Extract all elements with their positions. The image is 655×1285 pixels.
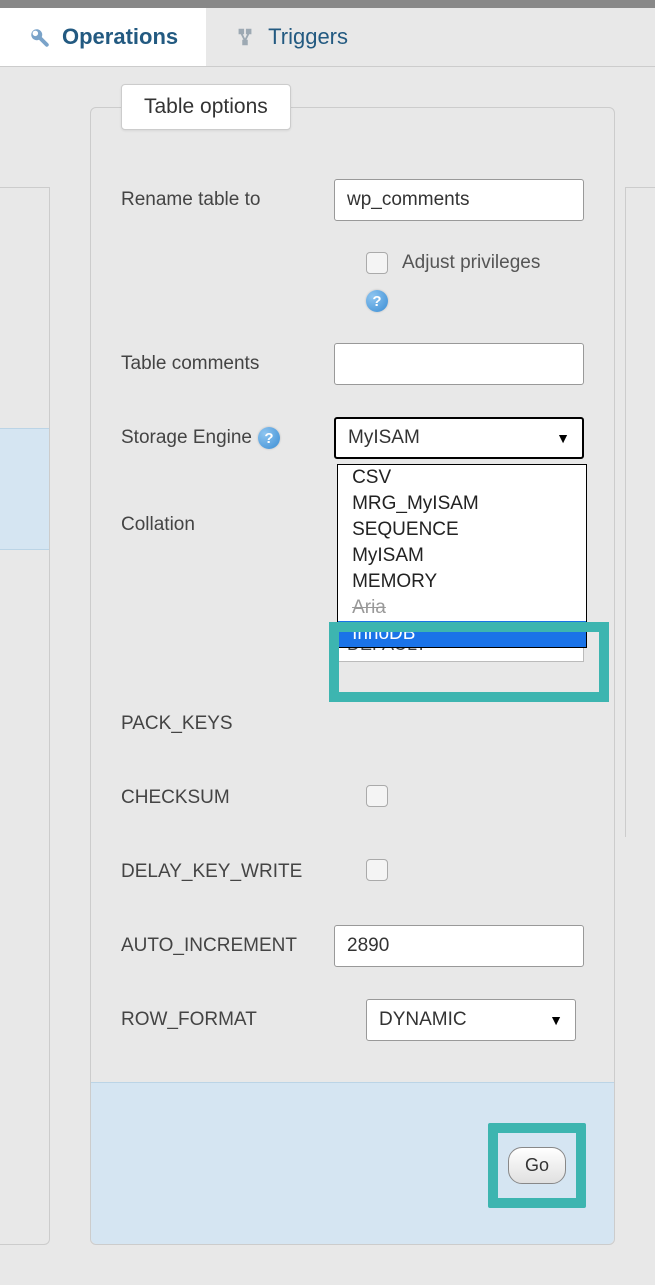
chevron-down-icon: ▼: [549, 1012, 563, 1028]
autoincr-input[interactable]: [334, 925, 584, 967]
tab-operations[interactable]: Operations: [0, 8, 206, 66]
collation-label: Collation: [121, 464, 337, 536]
chevron-down-icon: ▼: [556, 430, 570, 446]
panel-title: Table options: [121, 84, 291, 130]
storage-engine-dropdown[interactable]: CSV MRG_MyISAM SEQUENCE MyISAM MEMORY Ar…: [337, 464, 587, 648]
adjust-privileges-label: Adjust privileges: [402, 252, 540, 274]
tab-label: Operations: [62, 24, 178, 50]
delaykey-label: DELAY_KEY_WRITE: [121, 861, 366, 883]
comments-label: Table comments: [121, 353, 334, 375]
engine-option-myisam[interactable]: MyISAM: [338, 543, 586, 569]
storage-engine-select[interactable]: MyISAM ▼: [334, 417, 584, 459]
tab-label: Triggers: [268, 24, 348, 50]
rowformat-select[interactable]: DYNAMIC ▼: [366, 999, 576, 1041]
tab-triggers[interactable]: Triggers: [206, 8, 376, 66]
checksum-checkbox[interactable]: [366, 785, 388, 807]
table-options-panel: Table options Rename table to Adjust pri…: [90, 107, 615, 1245]
engine-label: Storage Engine ?: [121, 427, 334, 449]
comments-input[interactable]: [334, 343, 584, 385]
help-icon[interactable]: ?: [366, 290, 388, 312]
rename-input[interactable]: [334, 179, 584, 221]
engine-option-innodb[interactable]: InnoDB: [338, 621, 586, 647]
help-icon[interactable]: ?: [258, 427, 280, 449]
panel-footer: Go: [91, 1082, 614, 1244]
packkeys-label: PACK_KEYS: [121, 713, 366, 735]
wrench-icon: [28, 26, 50, 48]
delaykey-checkbox[interactable]: [366, 859, 388, 881]
autoincr-label: AUTO_INCREMENT: [121, 935, 334, 957]
go-button[interactable]: Go: [508, 1147, 566, 1184]
adjacent-panel-right: [625, 187, 655, 837]
tutorial-highlight-go: Go: [488, 1123, 586, 1208]
tab-bar: Operations Triggers: [0, 8, 655, 67]
engine-option-memory[interactable]: MEMORY: [338, 569, 586, 595]
rename-label: Rename table to: [121, 189, 334, 211]
adjust-privileges-checkbox[interactable]: [366, 252, 388, 274]
engine-option-sequence[interactable]: SEQUENCE: [338, 517, 586, 543]
rowformat-label: ROW_FORMAT: [121, 1009, 366, 1031]
engine-option-csv[interactable]: CSV: [338, 465, 586, 491]
engine-option-mrgmyisam[interactable]: MRG_MyISAM: [338, 491, 586, 517]
window-chrome: [0, 0, 655, 8]
adjacent-panel-left: [0, 187, 50, 1245]
engine-option-aria[interactable]: Aria: [338, 595, 586, 621]
checksum-label: CHECKSUM: [121, 787, 366, 809]
triggers-icon: [234, 26, 256, 48]
